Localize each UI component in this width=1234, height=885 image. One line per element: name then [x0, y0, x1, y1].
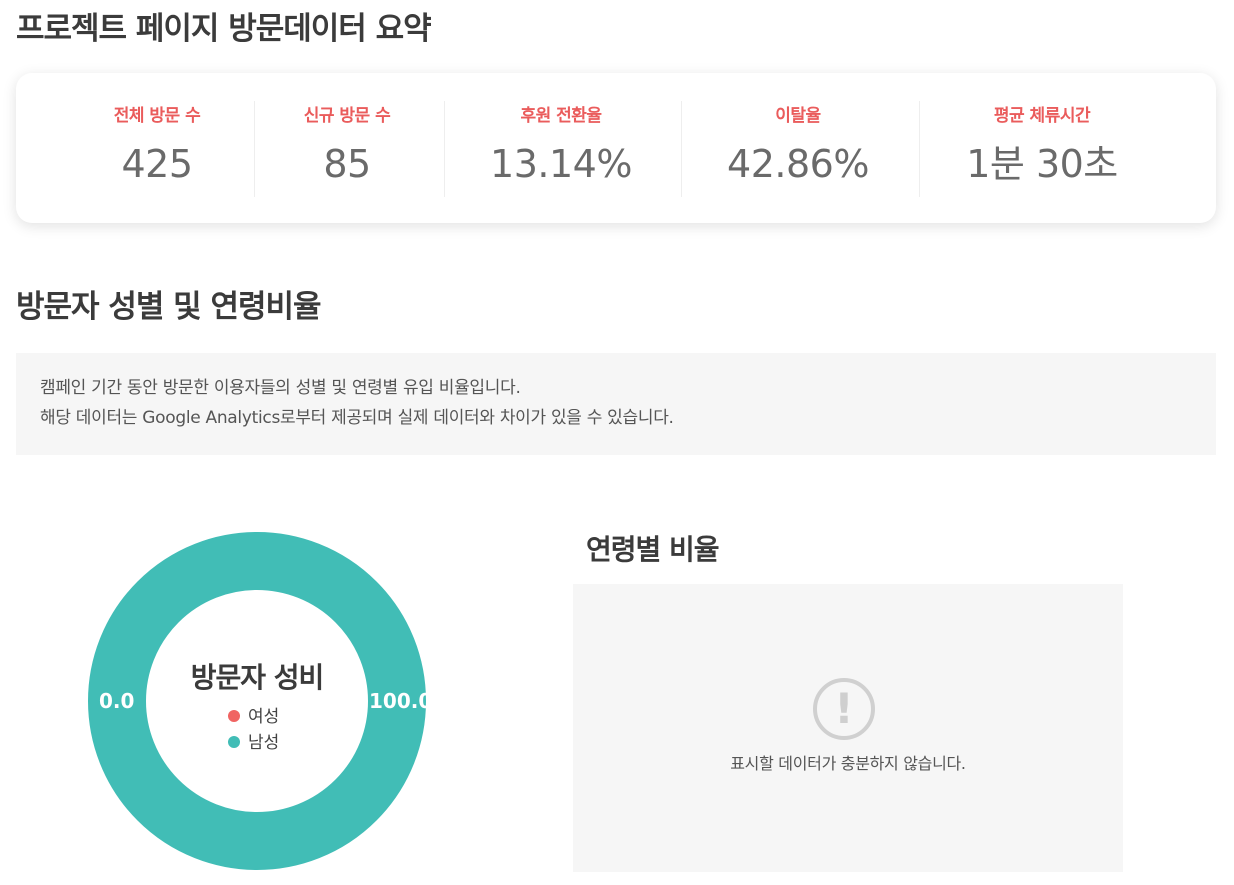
legend-swatch-male: [228, 735, 240, 748]
legend-item-female: 여성: [228, 704, 279, 730]
age-chart-empty-panel: ! 표시할 데이터가 충분하지 않습니다.: [573, 584, 1123, 872]
stat-total-visits: 전체 방문 수 425: [76, 101, 238, 197]
stat-value: 42.86%: [727, 142, 869, 186]
visitors-section-title: 방문자 성별 및 연령비율: [16, 289, 322, 325]
slice-label-male: 100.0: [369, 689, 433, 713]
exclamation-circle-icon: !: [813, 678, 875, 740]
stat-conversion-rate: 후원 전환율 13.14%: [456, 101, 666, 197]
stat-new-visits: 신규 방문 수 85: [268, 101, 426, 197]
legend-item-male: 남성: [228, 730, 279, 756]
stat-bounce-rate: 이탈율 42.86%: [696, 101, 900, 197]
stat-divider: [254, 101, 255, 197]
legend-label: 남성: [248, 733, 280, 753]
legend-label: 여성: [248, 707, 280, 727]
summary-card: 전체 방문 수 425 신규 방문 수 85 후원 전환율 13.14% 이탈율…: [16, 73, 1216, 223]
stat-divider: [919, 101, 920, 197]
summary-title: 프로젝트 페이지 방문데이터 요약: [16, 11, 432, 47]
visit-data-page: 프로젝트 페이지 방문데이터 요약 전체 방문 수 425 신규 방문 수 85…: [0, 0, 1234, 885]
stat-label: 전체 방문 수: [113, 106, 201, 126]
stat-value: 1분 30초: [966, 142, 1118, 186]
age-chart-title: 연령별 비율: [586, 533, 720, 566]
empty-message: 표시할 데이터가 충분하지 않습니다.: [730, 754, 966, 773]
gender-donut-chart: 방문자 성비 여성 남성 0.0 100.0: [88, 532, 432, 870]
slice-label-female: 0.0: [99, 689, 135, 713]
stat-label: 후원 전환율: [520, 106, 602, 126]
donut-slice-male: [88, 532, 426, 870]
stat-average-duration: 평균 체류시간 1분 30초: [932, 101, 1152, 197]
stat-label: 신규 방문 수: [303, 106, 391, 126]
legend-swatch-female: [228, 709, 240, 722]
stat-divider: [444, 101, 445, 197]
stat-value: 425: [121, 142, 193, 186]
notice-line: 캠페인 기간 동안 방문한 이용자들의 성별 및 연령별 유입 비율입니다.: [40, 378, 521, 398]
stat-value: 13.14%: [490, 142, 632, 186]
info-notice: 캠페인 기간 동안 방문한 이용자들의 성별 및 연령별 유입 비율입니다. 해…: [16, 353, 1216, 455]
donut-legend: 여성 남성: [228, 704, 279, 756]
notice-line: 해당 데이터는 Google Analytics로부터 제공되며 실제 데이터와…: [40, 408, 674, 428]
stat-value: 85: [323, 142, 371, 186]
stat-label: 이탈율: [775, 106, 821, 126]
stat-divider: [681, 101, 682, 197]
stat-label: 평균 체류시간: [993, 106, 1091, 126]
